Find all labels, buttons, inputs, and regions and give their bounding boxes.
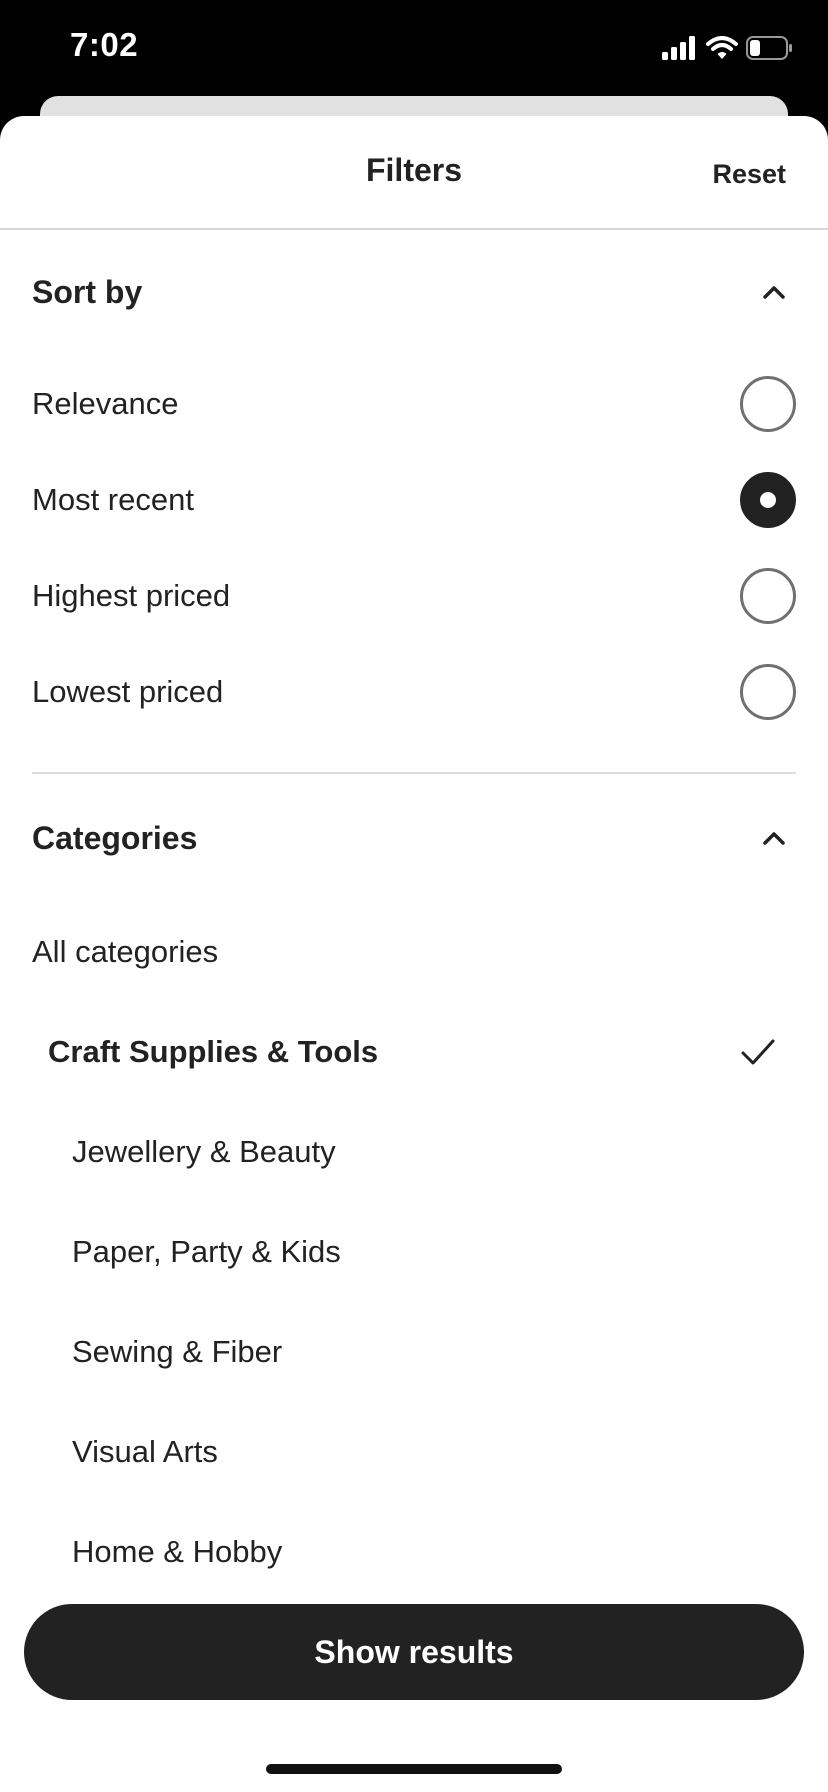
section-divider [32, 772, 796, 774]
sort-by-title: Sort by [32, 273, 143, 310]
status-bar: 7:02 [0, 0, 828, 100]
subcategory-item[interactable]: Home & Hobby [72, 1516, 796, 1588]
categories-title: Categories [32, 819, 198, 856]
checkmark-icon [741, 1039, 775, 1065]
subcategory-label: Visual Arts [72, 1434, 218, 1469]
sort-option-most-recent[interactable]: Most recent [32, 464, 796, 536]
status-icons [662, 36, 792, 64]
sort-option-relevance[interactable]: Relevance [32, 368, 796, 440]
category-selected[interactable]: Craft Supplies & Tools [48, 1016, 796, 1088]
reset-button[interactable]: Reset [712, 159, 786, 190]
sort-option-lowest-priced[interactable]: Lowest priced [32, 656, 796, 728]
sheet-title: Filters [365, 152, 463, 188]
radio-button[interactable] [740, 664, 796, 720]
subcategory-label: Jewellery & Beauty [72, 1134, 336, 1169]
home-indicator [266, 1764, 562, 1774]
sort-option-label: Most recent [32, 482, 194, 517]
status-time: 7:02 [70, 26, 139, 63]
wifi-icon [706, 36, 738, 65]
radio-button-selected[interactable] [740, 472, 796, 528]
show-results-button[interactable]: Show results [24, 1604, 804, 1700]
subcategory-item[interactable]: Paper, Party & Kids [72, 1216, 796, 1288]
chevron-up-icon [763, 286, 785, 299]
battery-icon [746, 36, 794, 65]
sort-option-highest-priced[interactable]: Highest priced [32, 560, 796, 632]
sort-option-label: Highest priced [32, 578, 231, 613]
chevron-up-icon [763, 832, 785, 845]
subcategory-item[interactable]: Visual Arts [72, 1416, 796, 1488]
cellular-signal-icon [662, 36, 698, 65]
subcategory-item[interactable]: Jewellery & Beauty [72, 1116, 796, 1188]
subcategory-label: Home & Hobby [72, 1534, 283, 1569]
radio-button[interactable] [740, 376, 796, 432]
category-label: Craft Supplies & Tools [48, 1034, 379, 1069]
subcategory-label: Paper, Party & Kids [72, 1234, 341, 1269]
category-label: All categories [32, 934, 219, 969]
sort-by-section-header[interactable]: Sort by [32, 262, 796, 322]
filters-sheet: Filters Reset Sort by Relevance Most rec… [0, 116, 828, 1792]
sort-option-label: Lowest priced [32, 674, 224, 709]
radio-button[interactable] [740, 568, 796, 624]
sheet-header: Filters Reset [0, 116, 828, 230]
category-all[interactable]: All categories [32, 916, 796, 988]
subcategory-item[interactable]: Sewing & Fiber [72, 1316, 796, 1388]
subcategory-label: Sewing & Fiber [72, 1334, 283, 1369]
sort-option-label: Relevance [32, 386, 179, 421]
categories-section-header[interactable]: Categories [32, 808, 796, 868]
